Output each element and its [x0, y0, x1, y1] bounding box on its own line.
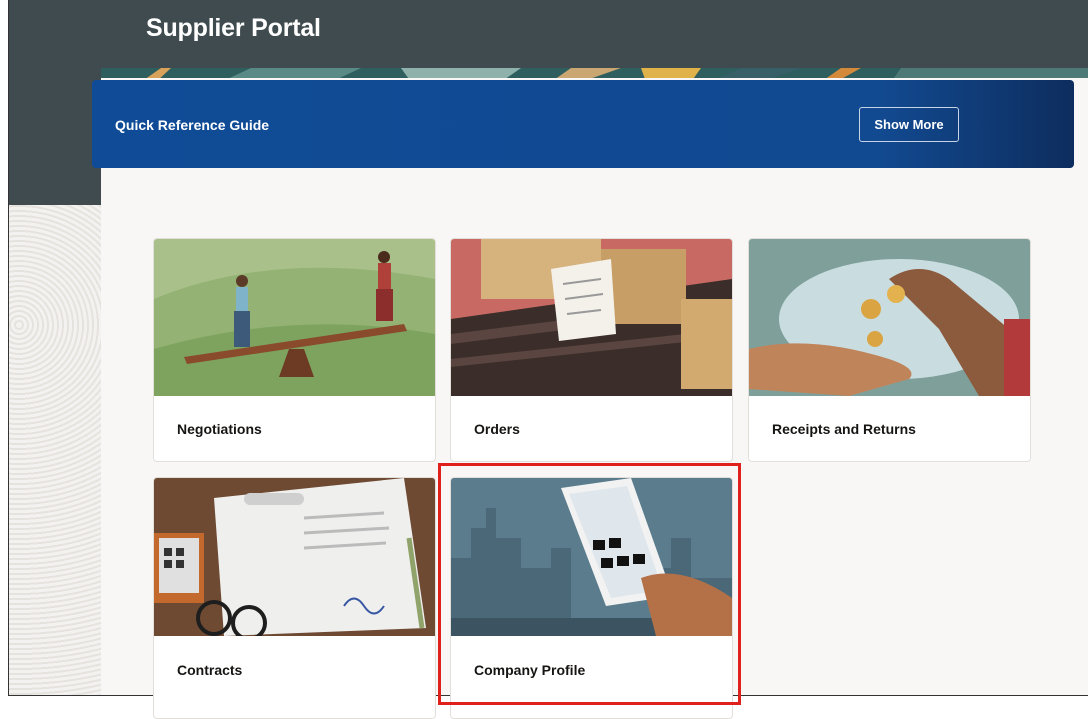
highlight-box	[438, 463, 741, 705]
receipts-and-returns-card[interactable]: Receipts and Returns	[748, 238, 1031, 462]
card-label: Receipts and Returns	[772, 421, 916, 437]
decorative-pattern	[9, 205, 101, 695]
contracts-card[interactable]: Contracts	[153, 477, 436, 719]
card-label: Contracts	[177, 662, 243, 678]
card-label: Orders	[474, 421, 520, 437]
card-label: Negotiations	[177, 421, 262, 437]
show-more-button[interactable]: Show More	[859, 107, 959, 142]
negotiations-card[interactable]: Negotiations	[153, 238, 436, 462]
receipts-illustration-icon	[749, 239, 1030, 396]
quick-reference-title: Quick Reference Guide	[115, 117, 270, 133]
quick-reference-banner: Quick Reference Guide Show More	[92, 80, 1074, 168]
orders-card[interactable]: Orders	[450, 238, 733, 462]
orders-illustration-icon	[451, 239, 732, 396]
contracts-illustration-icon	[154, 478, 435, 636]
page-title: Supplier Portal	[146, 14, 321, 42]
negotiations-illustration-icon	[154, 239, 435, 396]
